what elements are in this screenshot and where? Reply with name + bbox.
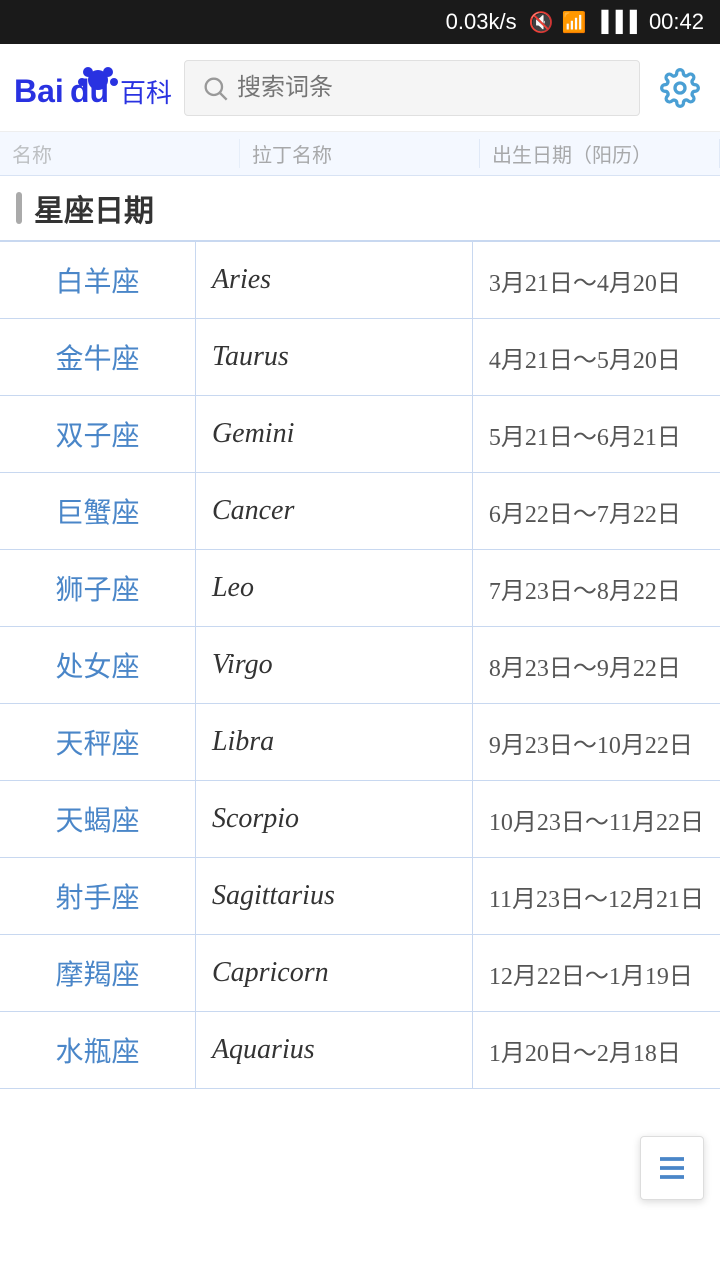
zodiac-chinese-name: 摩羯座: [0, 935, 195, 1012]
wifi-icon: 📶: [562, 10, 587, 35]
zodiac-latin-name: Virgo: [195, 627, 472, 704]
zodiac-date-range: 10月23日～11月22日: [472, 781, 720, 858]
zodiac-date-range: 8月23日～9月22日: [472, 627, 720, 704]
zodiac-latin-name: Cancer: [195, 473, 472, 550]
zodiac-latin-name: Aquarius: [195, 1012, 472, 1089]
status-bar: 0.03k/s 🔇 📶 ▐▐▐ 00:42: [0, 0, 720, 44]
zodiac-chinese-name: 巨蟹座: [0, 473, 195, 550]
zodiac-chinese-name: 金牛座: [0, 319, 195, 396]
search-icon: [201, 74, 229, 102]
search-bar[interactable]: [184, 60, 640, 116]
zodiac-chinese-name: 狮子座: [0, 550, 195, 627]
zodiac-date-range: 7月23日～8月22日: [472, 550, 720, 627]
list-icon: [654, 1150, 690, 1186]
table-row: 巨蟹座Cancer6月22日～7月22日: [0, 473, 720, 550]
col-header-name: 名称: [0, 139, 240, 168]
svg-text:Bai: Bai: [14, 73, 64, 109]
zodiac-chinese-name: 处女座: [0, 627, 195, 704]
signal-icon: ▐▐▐: [594, 11, 637, 34]
navbar: Bai du 百科: [0, 44, 720, 132]
svg-text:百科: 百科: [120, 78, 172, 108]
zodiac-latin-name: Capricorn: [195, 935, 472, 1012]
zodiac-date-range: 11月23日～12月21日: [472, 858, 720, 935]
zodiac-chinese-name: 天蝎座: [0, 781, 195, 858]
zodiac-latin-name: Scorpio: [195, 781, 472, 858]
clock: 00:42: [649, 9, 704, 35]
baidu-logo[interactable]: Bai du 百科: [12, 58, 172, 118]
svg-text:du: du: [70, 73, 109, 109]
zodiac-table: 白羊座Aries3月21日～4月20日金牛座Taurus4月21日～5月20日双…: [0, 242, 720, 1089]
zodiac-date-range: 5月21日～6月21日: [472, 396, 720, 473]
table-row: 水瓶座Aquarius1月20日～2月18日: [0, 1012, 720, 1089]
status-icons: 🔇 📶 ▐▐▐: [529, 10, 637, 35]
zodiac-chinese-name: 射手座: [0, 858, 195, 935]
zodiac-date-range: 3月21日～4月20日: [472, 242, 720, 319]
table-row: 白羊座Aries3月21日～4月20日: [0, 242, 720, 319]
gear-icon: [660, 68, 700, 108]
zodiac-date-range: 4月21日～5月20日: [472, 319, 720, 396]
table-row: 射手座Sagittarius11月23日～12月21日: [0, 858, 720, 935]
zodiac-chinese-name: 双子座: [0, 396, 195, 473]
zodiac-latin-name: Libra: [195, 704, 472, 781]
settings-button[interactable]: [652, 60, 708, 116]
zodiac-date-range: 9月23日～10月22日: [472, 704, 720, 781]
col-header-date: 出生日期（阳历）: [480, 139, 720, 168]
table-row: 处女座Virgo8月23日～9月22日: [0, 627, 720, 704]
col-header-latin: 拉丁名称: [240, 139, 480, 168]
network-speed: 0.03k/s: [446, 9, 517, 35]
table-row: 狮子座Leo7月23日～8月22日: [0, 550, 720, 627]
zodiac-date-range: 12月22日～1月19日: [472, 935, 720, 1012]
zodiac-latin-name: Sagittarius: [195, 858, 472, 935]
zodiac-latin-name: Taurus: [195, 319, 472, 396]
zodiac-latin-name: Gemini: [195, 396, 472, 473]
mute-icon: 🔇: [529, 10, 554, 35]
table-row: 双子座Gemini5月21日～6月21日: [0, 396, 720, 473]
zodiac-chinese-name: 白羊座: [0, 242, 195, 319]
zodiac-date-range: 1月20日～2月18日: [472, 1012, 720, 1089]
table-header: 名称 拉丁名称 出生日期（阳历）: [0, 132, 720, 176]
search-input[interactable]: [237, 74, 623, 102]
zodiac-chinese-name: 天秤座: [0, 704, 195, 781]
table-row: 摩羯座Capricorn12月22日～1月19日: [0, 935, 720, 1012]
zodiac-chinese-name: 水瓶座: [0, 1012, 195, 1089]
zodiac-latin-name: Leo: [195, 550, 472, 627]
zodiac-date-range: 6月22日～7月22日: [472, 473, 720, 550]
zodiac-latin-name: Aries: [195, 242, 472, 319]
section-title: 星座日期: [0, 176, 720, 242]
table-row: 金牛座Taurus4月21日～5月20日: [0, 319, 720, 396]
section-bar-decoration: [16, 192, 22, 224]
float-menu-button[interactable]: [640, 1136, 704, 1200]
table-row: 天蝎座Scorpio10月23日～11月22日: [0, 781, 720, 858]
table-row: 天秤座Libra9月23日～10月22日: [0, 704, 720, 781]
section-title-text: 星座日期: [34, 186, 154, 230]
